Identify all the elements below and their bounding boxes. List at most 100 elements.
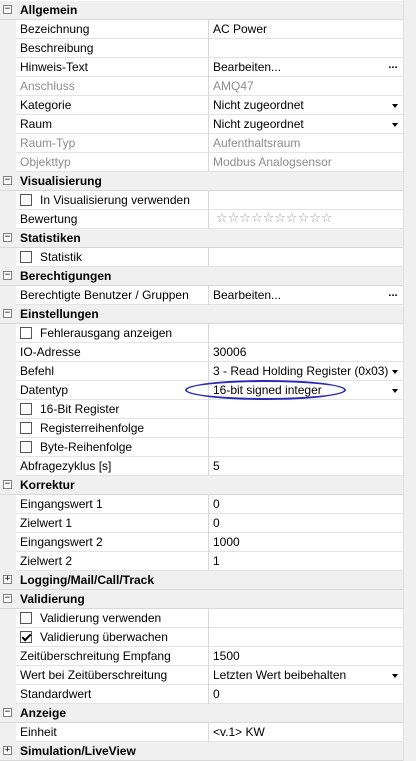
column-divider xyxy=(208,286,209,305)
category-berechtigungen[interactable]: − Berechtigungen xyxy=(0,267,416,286)
property-value[interactable]: 0 xyxy=(213,497,220,511)
dropdown-arrow-icon[interactable] xyxy=(392,104,398,108)
property-row-wert-bei-zeitueberschreitung[interactable]: Wert bei Zeitüberschreitung Letzten Wert… xyxy=(0,666,416,685)
dropdown-arrow-icon[interactable] xyxy=(392,389,398,393)
dropdown-arrow-icon[interactable] xyxy=(392,370,398,374)
vertical-scrollbar[interactable] xyxy=(403,0,416,761)
checkbox[interactable] xyxy=(20,327,32,339)
column-divider xyxy=(208,191,209,210)
category-statistiken[interactable]: − Statistiken xyxy=(0,229,416,248)
property-row-in-visualisierung-verwenden[interactable]: In Visualisierung verwenden xyxy=(0,191,416,210)
property-row-bewertung[interactable]: Bewertung ☆☆☆☆☆☆☆☆☆☆ xyxy=(0,210,416,229)
property-row-standardwert[interactable]: Standardwert 0 xyxy=(0,685,416,704)
category-einstellungen[interactable]: − Einstellungen xyxy=(0,305,416,324)
property-row-eingangswert-1[interactable]: Eingangswert 1 0 xyxy=(0,495,416,514)
column-divider xyxy=(208,628,209,647)
checkbox[interactable] xyxy=(20,403,32,415)
property-row-zielwert-2[interactable]: Zielwert 2 1 xyxy=(0,552,416,571)
property-row-16-bit-register[interactable]: 16-Bit Register xyxy=(0,400,416,419)
column-divider xyxy=(208,647,209,666)
property-row-berechtigte-benutzer[interactable]: Berechtigte Benutzer / Gruppen Bearbeite… xyxy=(0,286,416,305)
column-divider xyxy=(208,20,209,39)
property-value[interactable]: Bearbeiten... xyxy=(213,60,281,74)
expand-toggle-icon[interactable]: + xyxy=(3,746,12,755)
property-value[interactable]: <v.1> KW xyxy=(213,725,265,739)
row-gutter xyxy=(0,20,16,39)
property-value[interactable]: 16-bit signed integer xyxy=(213,383,322,397)
property-value[interactable]: 1 xyxy=(213,554,220,568)
category-label: Anzeige xyxy=(20,706,67,720)
property-row-raum[interactable]: Raum Nicht zugeordnet xyxy=(0,115,416,134)
category-simulation[interactable]: + Simulation/LiveView xyxy=(0,742,416,761)
property-value[interactable]: Bearbeiten... xyxy=(213,288,281,302)
category-visualisierung[interactable]: − Visualisierung xyxy=(0,172,416,191)
property-row-datentyp[interactable]: Datentyp 16-bit signed integer xyxy=(0,381,416,400)
property-row-byte-reihenfolge[interactable]: Byte-Reihenfolge xyxy=(0,438,416,457)
property-row-abfragezyklus[interactable]: Abfragezyklus [s] 5 xyxy=(0,457,416,476)
property-value[interactable]: 3 - Read Holding Register (0x03) xyxy=(213,364,388,378)
property-name: Beschreibung xyxy=(20,41,94,55)
collapse-toggle-icon[interactable]: − xyxy=(3,271,12,280)
property-row-zeitueberschreitung-empfang[interactable]: Zeitüberschreitung Empfang 1500 xyxy=(0,647,416,666)
checkbox-label: 16-Bit Register xyxy=(40,402,120,416)
property-value[interactable]: Nicht zugeordnet xyxy=(213,98,304,112)
checkbox[interactable] xyxy=(20,251,32,263)
property-value[interactable]: 0 xyxy=(213,687,220,701)
checkbox[interactable] xyxy=(20,194,32,206)
edit-ellipsis-button[interactable]: ... xyxy=(386,288,400,303)
property-row-kategorie[interactable]: Kategorie Nicht zugeordnet xyxy=(0,96,416,115)
property-row-validierung-verwenden[interactable]: Validierung verwenden xyxy=(0,609,416,628)
property-value[interactable]: 1500 xyxy=(213,649,240,663)
property-row-statistik[interactable]: Statistik xyxy=(0,248,416,267)
category-label: Visualisierung xyxy=(20,174,102,188)
collapse-toggle-icon[interactable]: − xyxy=(3,176,12,185)
category-allgemein[interactable]: − Allgemein xyxy=(0,1,416,20)
dropdown-arrow-icon[interactable] xyxy=(392,674,398,678)
property-name: Abfragezyklus [s] xyxy=(20,459,112,473)
edit-ellipsis-button[interactable]: ... xyxy=(386,60,400,75)
checkbox-label: Registerreihenfolge xyxy=(40,421,145,435)
collapse-toggle-icon[interactable]: − xyxy=(3,594,12,603)
property-row-fehlerausgang[interactable]: Fehlerausgang anzeigen xyxy=(0,324,416,343)
property-value[interactable]: 1000 xyxy=(213,535,240,549)
category-logging[interactable]: + Logging/Mail/Call/Track xyxy=(0,571,416,590)
property-row-beschreibung[interactable]: Beschreibung xyxy=(0,39,416,58)
column-divider xyxy=(208,533,209,552)
category-validierung[interactable]: − Validierung xyxy=(0,590,416,609)
property-row-bezeichnung[interactable]: Bezeichnung AC Power xyxy=(0,20,416,39)
row-gutter xyxy=(0,77,16,96)
property-value[interactable]: 0 xyxy=(213,516,220,530)
collapse-toggle-icon[interactable]: − xyxy=(3,480,12,489)
property-value[interactable]: AC Power xyxy=(213,22,267,36)
column-divider xyxy=(208,419,209,438)
property-value[interactable]: 5 xyxy=(213,459,220,473)
property-value[interactable]: Letzten Wert beibehalten xyxy=(213,668,346,682)
collapse-toggle-icon[interactable]: − xyxy=(3,233,12,242)
dropdown-arrow-icon[interactable] xyxy=(392,123,398,127)
expand-toggle-icon[interactable]: + xyxy=(3,575,12,584)
checkbox[interactable] xyxy=(20,422,32,434)
property-row-registerreihenfolge[interactable]: Registerreihenfolge xyxy=(0,419,416,438)
column-divider xyxy=(208,609,209,628)
property-row-hinweis-text[interactable]: Hinweis-Text Bearbeiten... ... xyxy=(0,58,416,77)
category-anzeige[interactable]: − Anzeige xyxy=(0,704,416,723)
rating-stars-icon[interactable]: ☆☆☆☆☆☆☆☆☆☆ xyxy=(216,211,333,226)
column-divider xyxy=(208,134,209,153)
category-korrektur[interactable]: − Korrektur xyxy=(0,476,416,495)
property-row-einheit[interactable]: Einheit <v.1> KW xyxy=(0,723,416,742)
property-value[interactable]: 30006 xyxy=(213,345,246,359)
property-value[interactable]: Nicht zugeordnet xyxy=(213,117,304,131)
collapse-toggle-icon[interactable]: − xyxy=(3,5,12,14)
property-row-befehl[interactable]: Befehl 3 - Read Holding Register (0x03) xyxy=(0,362,416,381)
checkbox-checked[interactable] xyxy=(20,631,32,643)
property-row-validierung-ueberwachen[interactable]: Validierung überwachen xyxy=(0,628,416,647)
collapse-toggle-icon[interactable]: − xyxy=(3,708,12,717)
checkbox[interactable] xyxy=(20,441,32,453)
category-label: Validierung xyxy=(20,592,85,606)
property-row-eingangswert-2[interactable]: Eingangswert 2 1000 xyxy=(0,533,416,552)
checkbox[interactable] xyxy=(20,612,32,624)
row-gutter xyxy=(0,362,16,381)
collapse-toggle-icon[interactable]: − xyxy=(3,309,12,318)
property-row-zielwert-1[interactable]: Zielwert 1 0 xyxy=(0,514,416,533)
property-row-io-adresse[interactable]: IO-Adresse 30006 xyxy=(0,343,416,362)
